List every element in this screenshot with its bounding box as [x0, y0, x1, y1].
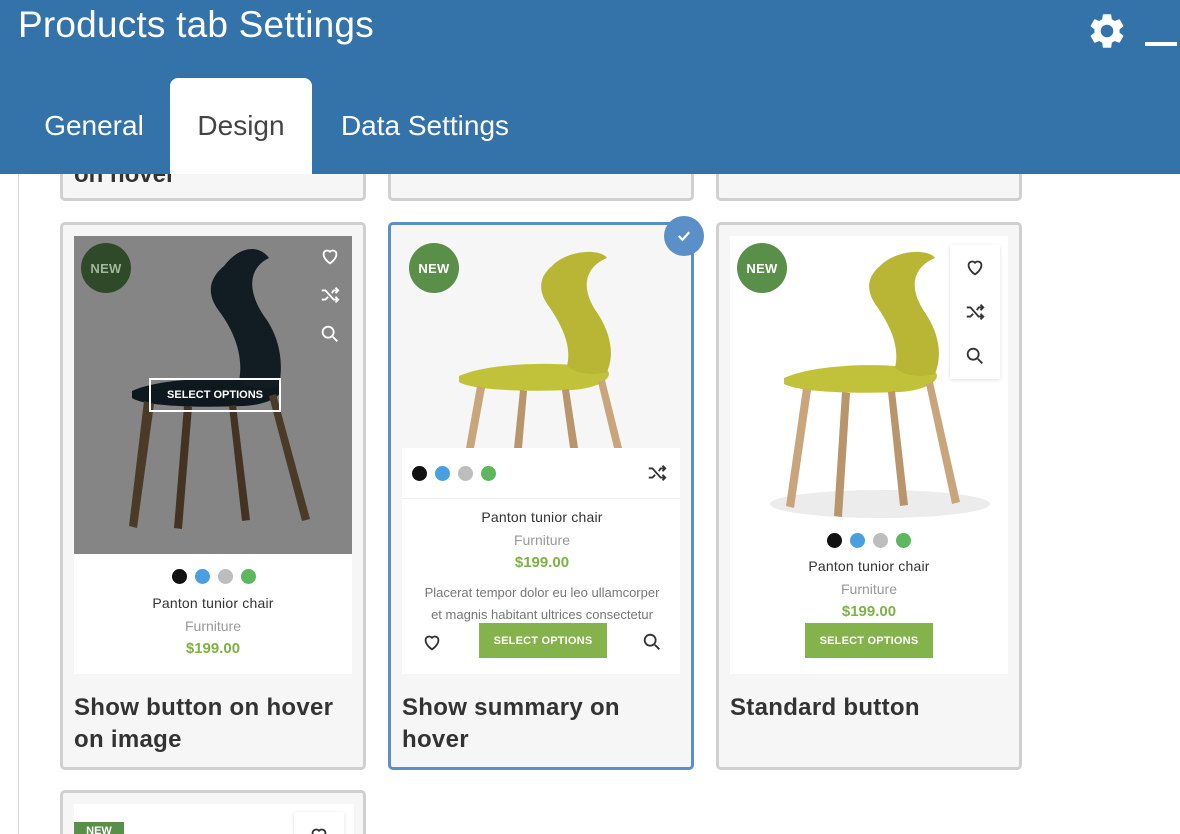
heart-icon[interactable] [964, 256, 986, 278]
panel-divider [18, 174, 19, 834]
settings-header: Products tab Settings General Design Dat… [0, 0, 1180, 174]
tab-data-settings[interactable]: Data Settings [320, 78, 530, 174]
tab-design[interactable]: Design [170, 78, 312, 174]
product-category: Furniture [184, 618, 242, 634]
new-badge: NEW [81, 243, 131, 293]
new-badge: NEW [409, 243, 459, 293]
option-card-show-summary-hover[interactable]: NEW Panton tunior chair Furniture $199.0… [388, 222, 694, 770]
option-label-line2: hover [402, 726, 469, 753]
selected-check-icon [664, 216, 704, 256]
product-category: Furniture [840, 581, 898, 597]
product-image: NEW [402, 236, 680, 448]
swatch-gray[interactable] [458, 466, 473, 481]
search-icon[interactable] [964, 345, 986, 367]
swatch-green[interactable] [241, 569, 256, 584]
option-label: Standard button [730, 692, 920, 724]
product-preview: NEW [74, 804, 354, 834]
product-preview: NEW Panton tunior chair Furniture $199.0… [730, 236, 1008, 674]
shuffle-icon[interactable] [319, 284, 341, 306]
product-price: $199.00 [841, 603, 897, 620]
product-image: NEW [730, 236, 1008, 520]
option-label: Show button on hover on image [74, 692, 333, 756]
product-price: $199.00 [514, 554, 570, 571]
heart-icon[interactable] [421, 631, 443, 653]
swatch-black[interactable] [412, 466, 427, 481]
select-options-overlay-button[interactable]: SELECT OPTIONS [149, 378, 281, 412]
swatch-blue[interactable] [435, 466, 450, 481]
action-icons-panel [294, 812, 344, 834]
color-swatches [412, 466, 496, 481]
option-card-standard-button[interactable]: NEW Panton tunior chair Furniture $199.0… [716, 222, 1022, 770]
new-badge: NEW [74, 822, 124, 834]
tab-data-settings-label: Data Settings [340, 110, 510, 141]
gear-icon[interactable] [1086, 10, 1128, 52]
product-preview: NEW Panton tunior chair Furniture $199.0… [402, 236, 680, 674]
option-label-line1: Standard button [730, 694, 920, 721]
product-info: Panton tunior chair Furniture $199.00 Pl… [402, 448, 680, 674]
divider [402, 498, 680, 499]
tab-design-label: Design [197, 110, 285, 141]
swatch-gray[interactable] [218, 569, 233, 584]
option-card-partial-3[interactable] [716, 174, 1022, 201]
tab-general-label: General [44, 110, 144, 141]
search-icon[interactable] [319, 323, 341, 345]
summary-line1: Placerat tempor dolor eu leo ullamcorper [424, 585, 660, 600]
heart-icon[interactable] [319, 245, 341, 267]
option-label-partial: on hover [74, 174, 176, 188]
product-category: Furniture [513, 532, 571, 548]
product-name: Panton tunior chair [481, 509, 603, 525]
option-label-line1: Show button on hover [74, 694, 334, 721]
product-image: NEW SELECT OPTIONS [74, 236, 352, 554]
heart-icon[interactable] [308, 824, 330, 834]
option-card-partial-2[interactable] [388, 174, 694, 201]
swatch-blue[interactable] [195, 569, 210, 584]
shuffle-icon[interactable] [646, 462, 668, 484]
window-title: Products tab Settings [18, 4, 374, 45]
swatch-green[interactable] [481, 466, 496, 481]
color-swatches [172, 569, 256, 584]
search-icon[interactable] [641, 631, 663, 653]
product-name: Panton tunior chair [808, 558, 930, 574]
option-label-line2: on image [74, 726, 182, 753]
shuffle-icon[interactable] [964, 301, 986, 323]
design-options-panel: on hover NEW SELECT OPTIONS Panton tunio… [0, 174, 1180, 834]
select-options-button[interactable]: SELECT OPTIONS [479, 623, 607, 658]
product-name: Panton tunior chair [152, 595, 274, 611]
swatch-black[interactable] [827, 533, 842, 548]
swatch-black[interactable] [172, 569, 187, 584]
product-price: $199.00 [185, 640, 241, 657]
option-card-partial-bottom[interactable]: NEW [60, 790, 366, 834]
select-options-button[interactable]: SELECT OPTIONS [805, 623, 933, 658]
option-label-line1: Show summary on [402, 694, 620, 721]
action-icons-panel [950, 245, 1000, 379]
color-swatches [827, 533, 911, 548]
option-card-show-button-hover-image[interactable]: NEW SELECT OPTIONS Panton tunior chair F… [60, 222, 366, 770]
minimize-icon[interactable] [1145, 42, 1177, 46]
swatch-gray[interactable] [873, 533, 888, 548]
swatch-green[interactable] [896, 533, 911, 548]
swatch-blue[interactable] [850, 533, 865, 548]
option-label: Show summary on hover [402, 692, 620, 756]
new-badge: NEW [737, 243, 787, 293]
product-summary: Placerat tempor dolor eu leo ullamcorper… [402, 582, 680, 626]
tab-general[interactable]: General [22, 78, 166, 174]
option-card-partial-1[interactable]: on hover [60, 174, 366, 201]
product-preview: NEW SELECT OPTIONS Panton tunior chair F… [74, 236, 352, 674]
